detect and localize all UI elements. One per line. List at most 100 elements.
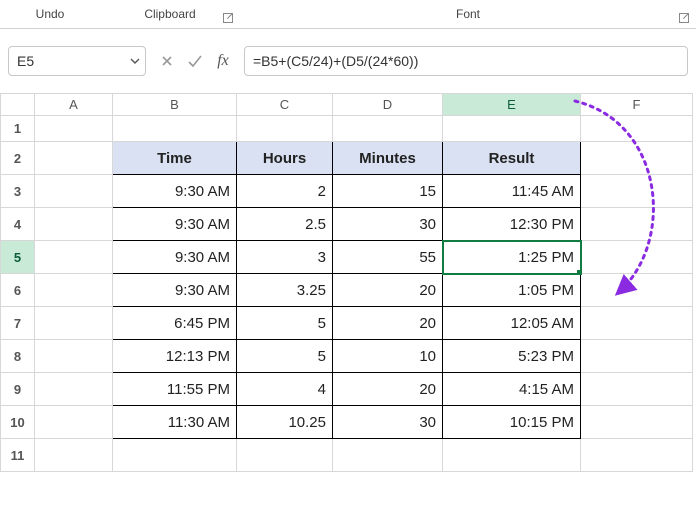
col-header-D[interactable]: D (333, 94, 443, 116)
row-header-1[interactable]: 1 (1, 116, 35, 142)
col-header-C[interactable]: C (237, 94, 333, 116)
spreadsheet-grid[interactable]: A B C D E F 1 2 Time Hours Minutes Resul… (0, 93, 696, 472)
cell-A10[interactable] (35, 406, 113, 439)
row-header-11[interactable]: 11 (1, 439, 35, 472)
cell-A3[interactable] (35, 175, 113, 208)
ribbon-label-clipboard: Clipboard (100, 0, 240, 28)
cell-D8[interactable]: 10 (333, 340, 443, 373)
row-header-8[interactable]: 8 (1, 340, 35, 373)
cell-B3[interactable]: 9:30 AM (113, 175, 237, 208)
fx-icon[interactable]: fx (214, 52, 232, 70)
cell-B8[interactable]: 12:13 PM (113, 340, 237, 373)
cell-E9[interactable]: 4:15 AM (443, 373, 581, 406)
cell-C5[interactable]: 3 (237, 241, 333, 274)
cell-A7[interactable] (35, 307, 113, 340)
cell-F4[interactable] (581, 208, 693, 241)
cell-A8[interactable] (35, 340, 113, 373)
formula-bar[interactable]: =B5+(C5/24)+(D5/(24*60)) (244, 46, 688, 76)
select-all-corner[interactable] (1, 94, 35, 116)
cell-E8[interactable]: 5:23 PM (443, 340, 581, 373)
row-header-3[interactable]: 3 (1, 175, 35, 208)
cell-B7[interactable]: 6:45 PM (113, 307, 237, 340)
cell-F5[interactable] (581, 241, 693, 274)
cell-F9[interactable] (581, 373, 693, 406)
name-box[interactable]: E5 (8, 46, 146, 76)
row-header-10[interactable]: 10 (1, 406, 35, 439)
col-header-B[interactable]: B (113, 94, 237, 116)
cell-E7[interactable]: 12:05 AM (443, 307, 581, 340)
cell-E6[interactable]: 1:05 PM (443, 274, 581, 307)
cell-B4[interactable]: 9:30 AM (113, 208, 237, 241)
cell-B2[interactable]: Time (113, 142, 237, 175)
row-header-7[interactable]: 7 (1, 307, 35, 340)
cell-B9[interactable]: 11:55 PM (113, 373, 237, 406)
col-header-F[interactable]: F (581, 94, 693, 116)
row-header-9[interactable]: 9 (1, 373, 35, 406)
header-minutes: Minutes (333, 142, 442, 174)
cell-E4[interactable]: 12:30 PM (443, 208, 581, 241)
cell-D1[interactable] (333, 116, 443, 142)
cell-F3[interactable] (581, 175, 693, 208)
cell-C7[interactable]: 5 (237, 307, 333, 340)
cell-C6[interactable]: 3.25 (237, 274, 333, 307)
cell-B1[interactable] (113, 116, 237, 142)
cell-F8[interactable] (581, 340, 693, 373)
cell-D5[interactable]: 55 (333, 241, 443, 274)
cell-C3[interactable]: 2 (237, 175, 333, 208)
row-header-5[interactable]: 5 (1, 241, 35, 274)
cell-D11[interactable] (333, 439, 443, 472)
cell-B11[interactable] (113, 439, 237, 472)
cell-A6[interactable] (35, 274, 113, 307)
row-header-4[interactable]: 4 (1, 208, 35, 241)
cell-A2[interactable] (35, 142, 113, 175)
cell-D3[interactable]: 15 (333, 175, 443, 208)
cell-E3[interactable]: 11:45 AM (443, 175, 581, 208)
cell-F1[interactable] (581, 116, 693, 142)
cell-F2[interactable] (581, 142, 693, 175)
cell-B10[interactable]: 11:30 AM (113, 406, 237, 439)
header-time: Time (113, 142, 236, 174)
cell-A4[interactable] (35, 208, 113, 241)
ribbon-group-labels: Undo Clipboard Font (0, 0, 696, 29)
cell-E5[interactable]: 1:25 PM (443, 241, 581, 274)
cell-F7[interactable] (581, 307, 693, 340)
cell-D2[interactable]: Minutes (333, 142, 443, 175)
cell-E1[interactable] (443, 116, 581, 142)
cell-B6[interactable]: 9:30 AM (113, 274, 237, 307)
cell-E11[interactable] (443, 439, 581, 472)
cancel-icon[interactable] (158, 54, 176, 68)
chevron-down-icon[interactable] (125, 56, 145, 66)
cell-F6[interactable] (581, 274, 693, 307)
cell-A5[interactable] (35, 241, 113, 274)
row-3: 3 9:30 AM 2 15 11:45 AM (1, 175, 693, 208)
cell-A9[interactable] (35, 373, 113, 406)
ribbon-label-font-text: Font (456, 7, 480, 21)
dialog-launcher-icon[interactable] (222, 12, 234, 24)
cell-A1[interactable] (35, 116, 113, 142)
cell-D9[interactable]: 20 (333, 373, 443, 406)
enter-icon[interactable] (186, 54, 204, 68)
name-box-value: E5 (9, 53, 125, 69)
cell-E2[interactable]: Result (443, 142, 581, 175)
col-header-E[interactable]: E (443, 94, 581, 116)
cell-B5[interactable]: 9:30 AM (113, 241, 237, 274)
cell-C8[interactable]: 5 (237, 340, 333, 373)
cell-D7[interactable]: 20 (333, 307, 443, 340)
col-header-A[interactable]: A (35, 94, 113, 116)
cell-C1[interactable] (237, 116, 333, 142)
dialog-launcher-icon[interactable] (678, 12, 690, 24)
cell-C9[interactable]: 4 (237, 373, 333, 406)
cell-D10[interactable]: 30 (333, 406, 443, 439)
cell-C11[interactable] (237, 439, 333, 472)
cell-E10[interactable]: 10:15 PM (443, 406, 581, 439)
cell-C10[interactable]: 10.25 (237, 406, 333, 439)
cell-D6[interactable]: 20 (333, 274, 443, 307)
cell-F11[interactable] (581, 439, 693, 472)
row-header-6[interactable]: 6 (1, 274, 35, 307)
cell-D4[interactable]: 30 (333, 208, 443, 241)
cell-C2[interactable]: Hours (237, 142, 333, 175)
row-header-2[interactable]: 2 (1, 142, 35, 175)
cell-F10[interactable] (581, 406, 693, 439)
cell-C4[interactable]: 2.5 (237, 208, 333, 241)
cell-A11[interactable] (35, 439, 113, 472)
